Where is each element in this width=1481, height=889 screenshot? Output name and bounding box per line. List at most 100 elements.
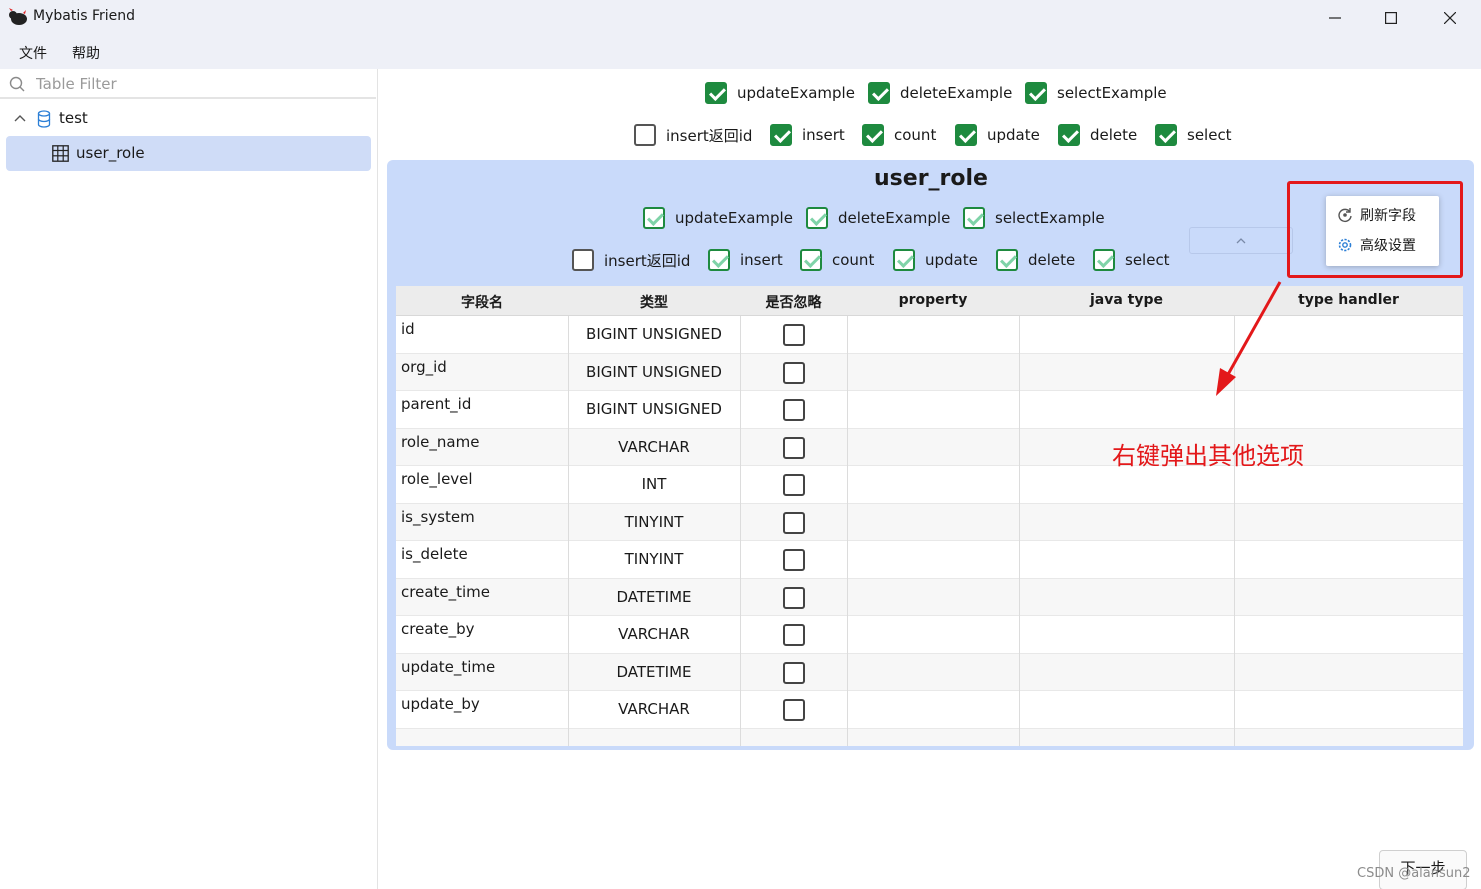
table-option-delete[interactable]: delete bbox=[996, 249, 1075, 271]
checkbox[interactable] bbox=[705, 82, 727, 104]
ignore-checkbox[interactable] bbox=[783, 549, 805, 571]
table-option-updateExample[interactable]: updateExample bbox=[643, 207, 793, 229]
column-divider bbox=[568, 316, 569, 746]
sidebar: test user_role bbox=[0, 69, 378, 889]
field-type-cell: DATETIME bbox=[616, 587, 692, 606]
table-row[interactable]: is_delete TINYINT bbox=[396, 541, 1463, 579]
close-button[interactable] bbox=[1421, 0, 1479, 35]
field-name-cell: role_name bbox=[401, 432, 480, 451]
table-option-insert-return-id[interactable]: insert返回id bbox=[572, 249, 690, 271]
context-menu-item-refresh-fields[interactable]: 刷新字段 bbox=[1336, 205, 1416, 225]
field-name-cell: create_by bbox=[401, 620, 475, 638]
ignore-checkbox[interactable] bbox=[783, 324, 805, 346]
global-option-updateExample[interactable]: updateExample bbox=[705, 82, 855, 104]
table-row[interactable]: parent_id BIGINT UNSIGNED bbox=[396, 391, 1463, 429]
checkbox[interactable] bbox=[862, 124, 884, 146]
checkbox[interactable] bbox=[893, 249, 915, 271]
table-row[interactable]: update_time DATETIME bbox=[396, 653, 1463, 691]
column-divider bbox=[740, 316, 741, 746]
table-row[interactable]: role_level INT bbox=[396, 466, 1463, 504]
table-option-select[interactable]: select bbox=[1093, 249, 1170, 271]
ignore-checkbox[interactable] bbox=[783, 661, 805, 684]
minimize-button[interactable] bbox=[1306, 0, 1364, 35]
table-option-selectExample[interactable]: selectExample bbox=[963, 207, 1105, 229]
ignore-checkbox[interactable] bbox=[783, 586, 805, 609]
column-header-type[interactable]: 类型 bbox=[568, 292, 740, 312]
field-name-cell: parent_id bbox=[401, 395, 472, 413]
checkbox[interactable] bbox=[643, 207, 665, 229]
checkbox[interactable] bbox=[708, 249, 730, 271]
field-type-cell: VARCHAR bbox=[618, 437, 690, 456]
ignore-checkbox[interactable] bbox=[783, 474, 805, 496]
table-header: 字段名 类型 是否忽略 property java type type hand… bbox=[396, 286, 1463, 316]
context-menu-item-advanced-settings[interactable]: 高级设置 bbox=[1336, 235, 1416, 255]
field-type-cell: DATETIME bbox=[616, 662, 692, 681]
checkbox[interactable] bbox=[1058, 124, 1080, 146]
menu-bar: 文件 帮助 bbox=[0, 35, 1481, 69]
global-option-insert-return-id[interactable]: insert返回id bbox=[634, 124, 752, 146]
table-filter bbox=[0, 69, 376, 99]
ignore-checkbox[interactable] bbox=[783, 699, 805, 721]
table-row[interactable]: is_system TINYINT bbox=[396, 503, 1463, 541]
annotation-text: 右键弹出其他选项 bbox=[1112, 442, 1304, 470]
table-row[interactable]: create_time DATETIME bbox=[396, 578, 1463, 616]
checkbox[interactable] bbox=[955, 124, 977, 146]
checkbox[interactable] bbox=[634, 124, 656, 146]
table-row[interactable] bbox=[396, 728, 1463, 746]
title-bar: Mybatis Friend bbox=[0, 0, 1481, 35]
checkbox[interactable] bbox=[963, 207, 985, 229]
global-option-selectExample[interactable]: selectExample bbox=[1025, 82, 1167, 104]
field-name-cell: update_time bbox=[401, 657, 496, 676]
global-option-delete[interactable]: delete bbox=[1058, 124, 1137, 146]
table-row[interactable]: update_by VARCHAR bbox=[396, 691, 1463, 729]
ignore-checkbox[interactable] bbox=[783, 361, 805, 384]
field-name-cell: org_id bbox=[401, 357, 447, 376]
field-name-cell: update_by bbox=[401, 695, 480, 713]
table-row[interactable]: org_id BIGINT UNSIGNED bbox=[396, 353, 1463, 391]
checkbox[interactable] bbox=[1155, 124, 1177, 146]
field-name-cell: id bbox=[401, 320, 415, 338]
menu-help[interactable]: 帮助 bbox=[72, 43, 100, 63]
table-option-count[interactable]: count bbox=[800, 249, 874, 271]
global-option-count[interactable]: count bbox=[862, 124, 936, 146]
ignore-checkbox[interactable] bbox=[783, 511, 805, 534]
menu-file[interactable]: 文件 bbox=[19, 43, 47, 63]
global-option-update[interactable]: update bbox=[955, 124, 1040, 146]
global-option-deleteExample[interactable]: deleteExample bbox=[868, 82, 1012, 104]
ignore-checkbox[interactable] bbox=[783, 624, 805, 646]
table-row[interactable]: id BIGINT UNSIGNED bbox=[396, 316, 1463, 354]
global-option-insert[interactable]: insert bbox=[770, 124, 845, 146]
table-option-insert[interactable]: insert bbox=[708, 249, 783, 271]
checkbox[interactable] bbox=[806, 207, 828, 229]
chevron-up-icon[interactable] bbox=[13, 111, 27, 125]
maximize-button[interactable] bbox=[1362, 0, 1420, 35]
table-option-update[interactable]: update bbox=[893, 249, 978, 271]
column-divider bbox=[847, 316, 848, 746]
column-header-ignore[interactable]: 是否忽略 bbox=[740, 292, 847, 312]
checkbox[interactable] bbox=[1093, 249, 1115, 271]
field-type-cell: TINYINT bbox=[624, 550, 684, 568]
column-header-field-name[interactable]: 字段名 bbox=[396, 292, 568, 312]
table-option-deleteExample[interactable]: deleteExample bbox=[806, 207, 950, 229]
global-option-select[interactable]: select bbox=[1155, 124, 1232, 146]
checkbox[interactable] bbox=[868, 82, 890, 104]
annotation-arrow bbox=[1216, 281, 1282, 396]
field-type-cell: VARCHAR bbox=[618, 625, 690, 643]
column-header-property[interactable]: property bbox=[847, 292, 1019, 308]
checkbox[interactable] bbox=[800, 249, 822, 271]
tree-item-database[interactable]: test bbox=[0, 105, 376, 133]
checkbox[interactable] bbox=[1025, 82, 1047, 104]
field-name-cell: create_time bbox=[401, 582, 491, 601]
field-type-cell: TINYINT bbox=[624, 512, 684, 531]
checkbox[interactable] bbox=[770, 124, 792, 146]
search-icon bbox=[9, 76, 25, 92]
ignore-checkbox[interactable] bbox=[783, 436, 805, 459]
checkbox[interactable] bbox=[996, 249, 1018, 271]
table-row[interactable]: create_by VARCHAR bbox=[396, 616, 1463, 654]
ignore-checkbox[interactable] bbox=[783, 399, 805, 421]
close-icon bbox=[1444, 11, 1456, 24]
collapse-button[interactable] bbox=[1189, 227, 1293, 254]
column-header-java-type[interactable]: java type bbox=[1019, 292, 1234, 308]
checkbox[interactable] bbox=[572, 249, 594, 271]
table-filter-input[interactable] bbox=[36, 72, 366, 96]
